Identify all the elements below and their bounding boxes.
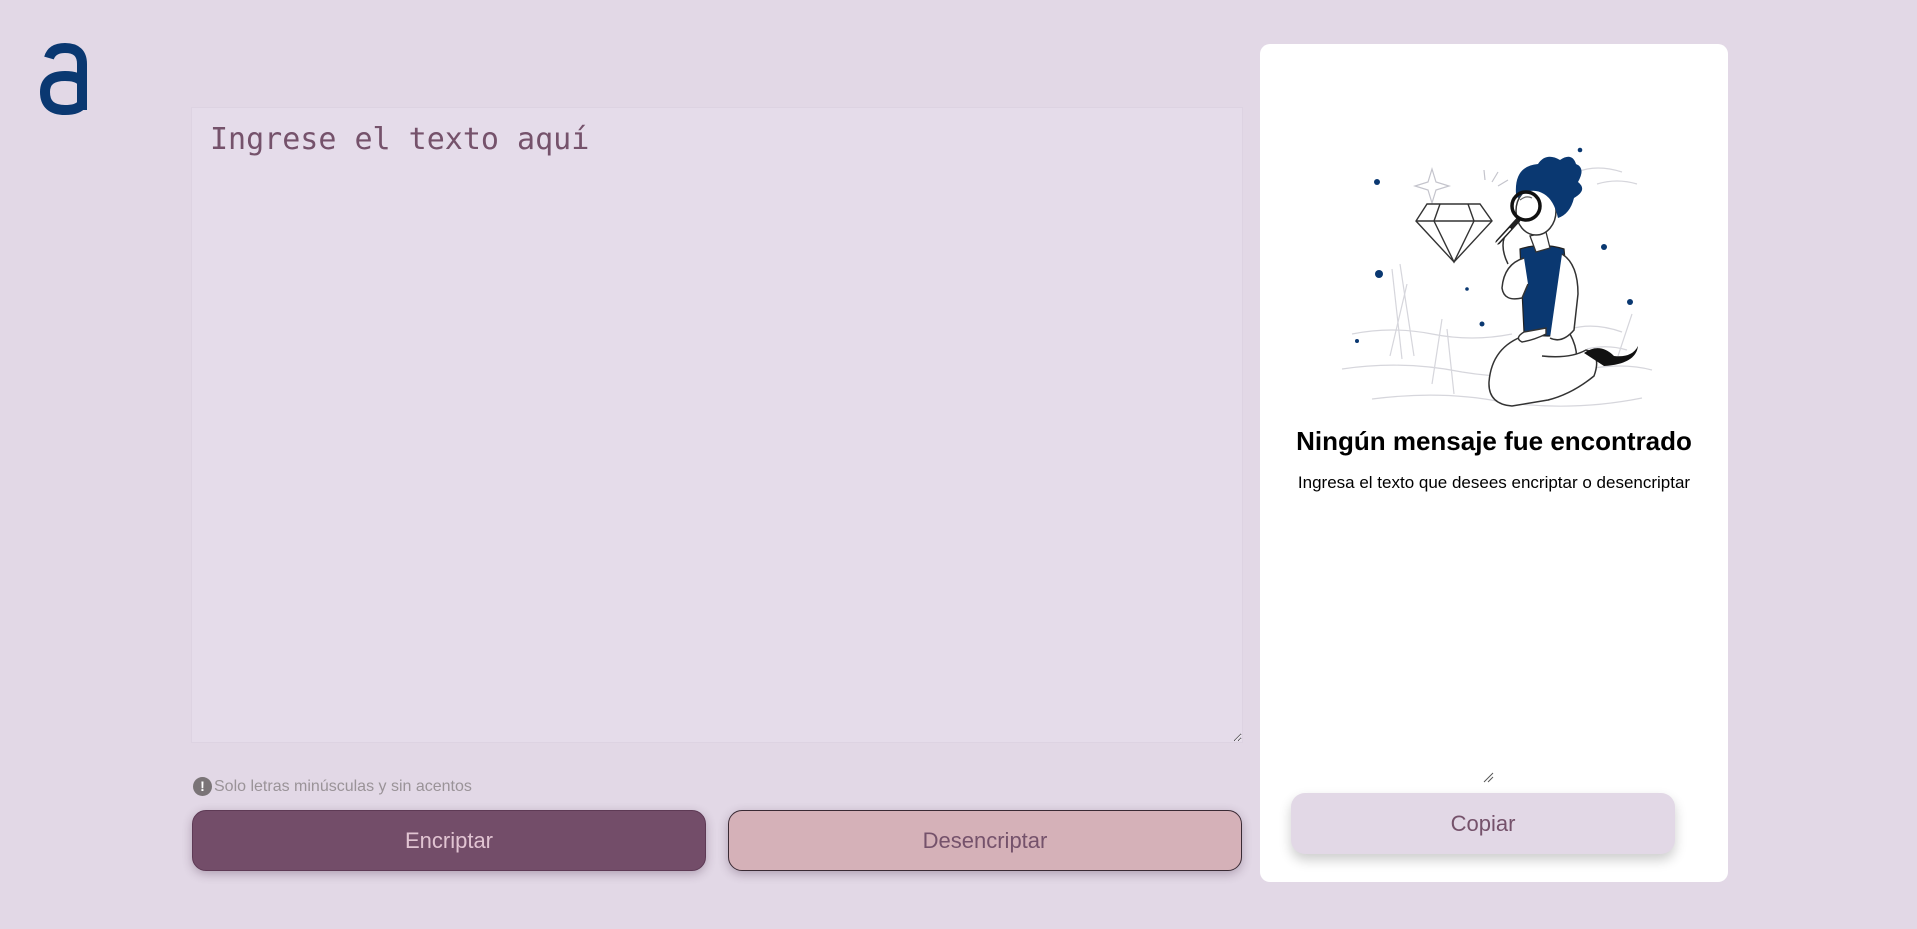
empty-state-description: Ingresa el texto que desees encriptar o … xyxy=(1297,473,1691,492)
hint-text: Solo letras minúsculas y sin acentos xyxy=(214,777,472,795)
encrypt-button[interactable]: Encriptar xyxy=(192,810,706,871)
empty-state-title: Ningún mensaje fue encontrado xyxy=(1296,426,1692,456)
decrypt-button[interactable]: Desencriptar xyxy=(728,810,1242,871)
resize-handle-icon[interactable] xyxy=(1482,771,1494,783)
output-panel: Ningún mensaje fue encontrado Ingresa el… xyxy=(1260,44,1728,882)
copy-button[interactable]: Copiar xyxy=(1291,793,1675,854)
logo-icon xyxy=(39,42,87,116)
exclamation-icon: ! xyxy=(193,777,212,796)
text-input[interactable] xyxy=(191,107,1243,743)
hint-message: ! Solo letras minúsculas y sin acentos xyxy=(193,777,472,796)
person-with-magnifying-glass-icon xyxy=(1341,147,1653,407)
